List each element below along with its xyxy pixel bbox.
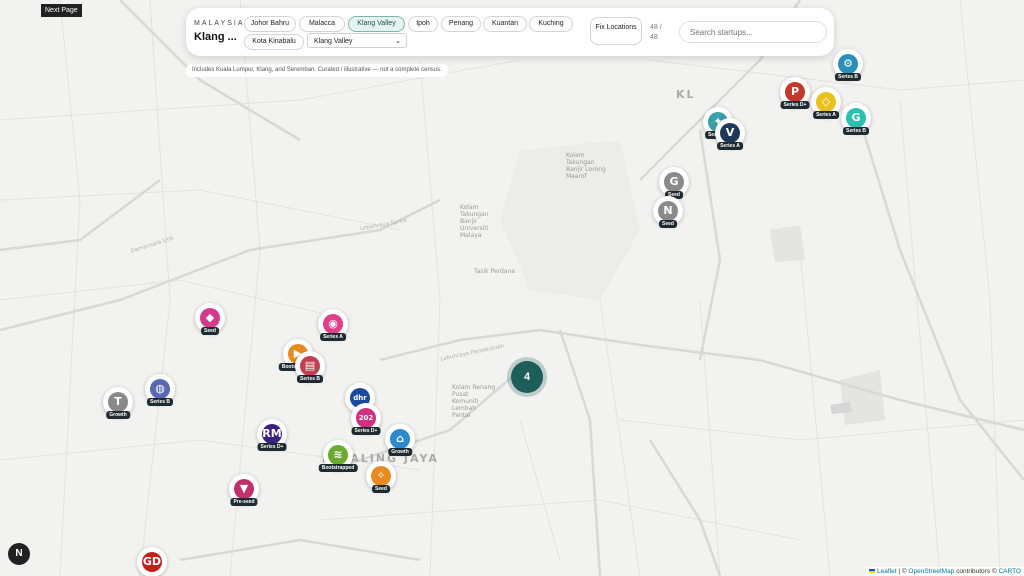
startup-marker-n-startup[interactable]: N Seed: [653, 196, 683, 228]
map-canvas[interactable]: KL PETALING JAYA Kolam Takungan Banjir L…: [0, 0, 1024, 576]
funding-stage-tag: Series B: [834, 73, 862, 81]
osm-link[interactable]: OpenStreetMap: [908, 568, 954, 575]
startup-logo-icon: ◆: [200, 308, 220, 328]
funding-stage-tag: Series B: [842, 127, 870, 135]
lake-label: Tasik Perdana: [474, 268, 515, 275]
leaflet-link[interactable]: Leaflet: [877, 568, 897, 575]
startup-marker-yellow-startup[interactable]: ◇ Series A: [811, 87, 841, 119]
startup-marker-panda-startup[interactable]: ◉ Series A: [318, 309, 348, 341]
city-pill-penang[interactable]: Penang: [441, 16, 481, 32]
startup-marker-gdex-startup[interactable]: GD: [137, 547, 167, 576]
startup-logo-icon: N: [658, 201, 678, 221]
region-select[interactable]: Klang Valley ⌄: [307, 33, 407, 48]
startup-marker-house-startup[interactable]: ⌂ Growth: [385, 424, 415, 456]
city-pill-kuantan[interactable]: Kuantan: [483, 16, 527, 32]
funding-stage-tag: Seed: [659, 220, 677, 228]
startup-marker-v-pink-startup[interactable]: ▼ Pre-seed: [229, 474, 259, 506]
city-pill-klang-valley[interactable]: Klang Valley: [348, 16, 405, 32]
leaflet-flag-icon: [869, 569, 876, 573]
chevron-down-icon: ⌄: [395, 38, 401, 45]
startup-marker-p-startup[interactable]: P Series D+: [780, 77, 810, 109]
funding-stage-tag: Series B: [296, 375, 324, 383]
funding-stage-tag: Bootstrapped: [318, 464, 358, 472]
pond-label: Kolam Takungan Banjir Universiti Malaya: [460, 204, 489, 239]
community-pool-label: Kolam Renang Pusat Komuniti Lembah Panta…: [452, 384, 496, 419]
funding-stage-tag: Pre-seed: [230, 498, 258, 506]
attribution-separator: | ©: [896, 568, 909, 575]
map-tiles: [0, 0, 1024, 576]
startup-logo-icon: ✧: [371, 466, 391, 486]
funding-stage-tag: Seed: [372, 485, 390, 493]
coverage-note: Includes Kuala Lumpur, Klang, and Seremb…: [186, 64, 448, 77]
funding-stage-tag: Seed: [201, 327, 219, 335]
control-panel: MALAYSIA Klang ... Johor Bahru Malacca K…: [186, 8, 834, 56]
funding-stage-tag: Series B: [146, 398, 174, 406]
funding-stage-tag: Series A: [813, 111, 839, 119]
startup-logo-icon: V: [720, 123, 740, 143]
city-pill-kota-kinabalu[interactable]: Kota Kinabalu: [244, 34, 304, 50]
startup-logo-icon: ⌂: [390, 429, 410, 449]
funding-stage-tag: Series D+: [351, 427, 381, 435]
startup-logo-icon: G: [664, 172, 684, 192]
cluster-marker[interactable]: 4: [511, 361, 543, 393]
startup-logo-icon: ▤: [300, 356, 320, 376]
startup-logo-icon: GD: [142, 552, 162, 572]
fix-locations-button[interactable]: Fix Locations: [590, 17, 642, 45]
carto-link[interactable]: CARTO: [998, 568, 1021, 575]
startup-count: 48 / 48: [650, 24, 662, 41]
startup-marker-green-wave-startup[interactable]: ≋ Bootstrapped: [318, 440, 358, 472]
brand-kicker: MALAYSIA: [194, 20, 245, 27]
startup-marker-leaf-startup[interactable]: G Series B: [841, 103, 871, 135]
startup-logo-icon: 202: [356, 408, 376, 428]
n-avatar-button[interactable]: N: [8, 543, 30, 565]
funding-stage-tag: Series A: [320, 333, 346, 341]
startup-logo-icon: T: [108, 392, 128, 412]
city-pill-ipoh[interactable]: Ipoh: [408, 16, 438, 32]
startup-marker-rm-startup[interactable]: RM Series D+: [257, 419, 287, 451]
map-attribution: Leaflet | © OpenStreetMap contributors ©…: [866, 567, 1024, 576]
startup-marker-globe-startup[interactable]: ◍ Series B: [145, 374, 175, 406]
startup-marker-doc-startup[interactable]: ▤ Series B: [295, 351, 325, 383]
city-pill-kuching[interactable]: Kuching: [529, 16, 573, 32]
startup-logo-icon: RM: [262, 424, 282, 444]
city-pill-johor-bahru[interactable]: Johor Bahru: [244, 16, 296, 32]
startup-logo-icon: ◍: [150, 379, 170, 399]
startup-logo-icon: ⚙: [838, 54, 858, 74]
city-pill-malacca[interactable]: Malacca: [299, 16, 345, 32]
startup-marker-pink-badge-startup[interactable]: ◆ Seed: [195, 303, 225, 335]
startup-logo-icon: G: [846, 108, 866, 128]
startup-logo-icon: ≋: [328, 445, 348, 465]
attribution-contributors: contributors ©: [954, 568, 999, 575]
startup-marker-gear-startup[interactable]: ⚙ Series B: [833, 49, 863, 81]
startup-marker-bird-startup[interactable]: ✧ Seed: [366, 461, 396, 493]
search-input[interactable]: [679, 21, 827, 43]
funding-stage-tag: Series D+: [257, 443, 287, 451]
region-select-value: Klang Valley: [314, 38, 353, 45]
startup-marker-202-startup[interactable]: 202 Series D+: [351, 403, 381, 435]
kl-label: KL: [676, 88, 696, 101]
funding-stage-tag: Growth: [388, 448, 412, 456]
startup-logo-icon: ◇: [816, 92, 836, 112]
startup-logo-icon: P: [785, 82, 805, 102]
startup-logo-icon: ▼: [234, 479, 254, 499]
next-page-button[interactable]: Next Page: [41, 4, 82, 17]
startup-marker-v-startup[interactable]: V Series A: [715, 118, 745, 150]
startup-marker-t-startup[interactable]: T Growth: [103, 387, 133, 419]
funding-stage-tag: Series A: [717, 142, 743, 150]
brand-title: Klang ...: [194, 31, 237, 43]
kolam-label: Kolam Takungan Banjir Lorong Maarof: [566, 152, 606, 180]
funding-stage-tag: Series D+: [780, 101, 810, 109]
funding-stage-tag: Growth: [106, 411, 130, 419]
startup-logo-icon: ◉: [323, 314, 343, 334]
startup-marker-g-startup[interactable]: G Seed: [659, 167, 689, 199]
